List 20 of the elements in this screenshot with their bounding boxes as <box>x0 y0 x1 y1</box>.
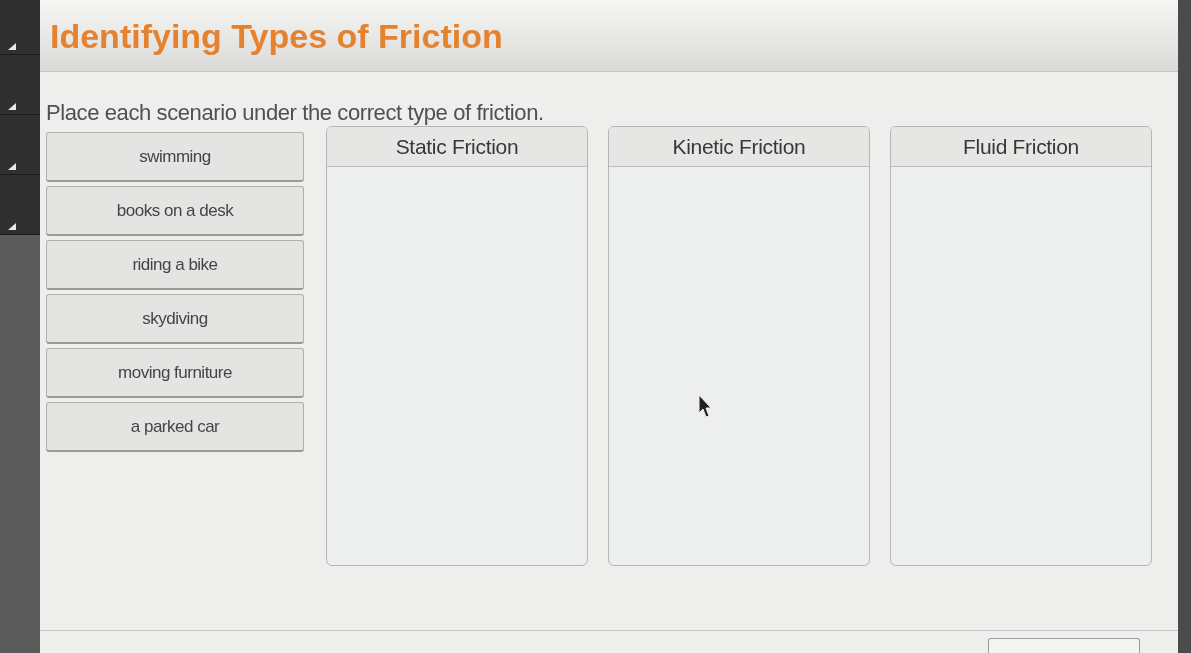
drop-zone[interactable]: Static Friction <box>326 126 588 566</box>
corner-triangle-icon <box>8 223 16 230</box>
footer-button[interactable] <box>988 638 1140 653</box>
corner-triangle-icon <box>8 163 16 170</box>
category-heading: Static Friction <box>327 127 587 167</box>
scenario-card[interactable]: books on a desk <box>46 186 304 236</box>
scenario-card[interactable]: skydiving <box>46 294 304 344</box>
drop-zone[interactable]: Kinetic Friction <box>608 126 870 566</box>
activity-title: Identifying Types of Friction <box>50 18 503 53</box>
scenario-card[interactable]: riding a bike <box>46 240 304 290</box>
mouse-pointer-icon <box>698 394 712 418</box>
scenario-card[interactable]: moving furniture <box>46 348 304 398</box>
instruction-text: Place each scenario under the correct type of friction. <box>46 100 544 126</box>
drop-zone[interactable]: Fluid Friction <box>890 126 1152 566</box>
corner-triangle-icon <box>8 43 16 50</box>
scenario-card[interactable]: a parked car <box>46 402 304 452</box>
corner-triangle-icon <box>8 103 16 110</box>
category-heading: Kinetic Friction <box>609 127 869 167</box>
category-heading: Fluid Friction <box>891 127 1151 167</box>
scenario-card[interactable]: swimming <box>46 132 304 182</box>
